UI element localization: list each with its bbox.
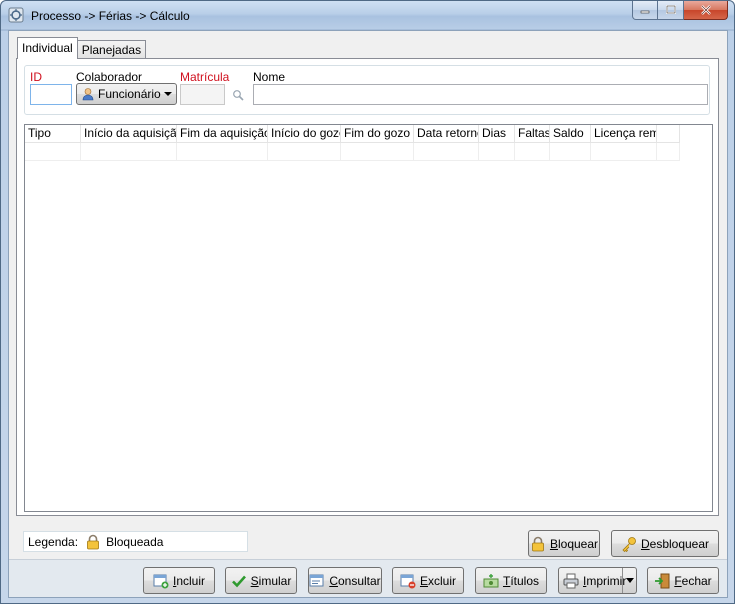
user-icon [82, 88, 94, 101]
col-inicio-aquisicao[interactable]: Início da aquisição [81, 125, 177, 143]
titulos-label: Títulos [502, 573, 540, 588]
add-record-icon [153, 574, 169, 588]
title-bar[interactable]: Processo -> Férias -> Cálculo [1, 1, 734, 29]
lock-icon [87, 534, 99, 549]
grid-cell[interactable] [25, 143, 81, 161]
grid-cell[interactable] [515, 143, 550, 161]
desbloquear-label: Desbloquear [640, 536, 710, 551]
titulos-button[interactable]: Títulos [475, 567, 547, 594]
incluir-button[interactable]: Incluir [143, 567, 215, 594]
minimize-button[interactable] [632, 1, 658, 20]
minimize-icon [640, 10, 650, 14]
grid-cell[interactable] [341, 143, 414, 161]
matricula-input[interactable] [180, 84, 225, 105]
col-inicio-gozo[interactable]: Início do gozo [268, 125, 341, 143]
maximize-button[interactable] [658, 1, 684, 20]
nome-label: Nome [253, 70, 286, 84]
app-window: Processo -> Férias -> Cálculo Individual… [0, 0, 735, 604]
col-licenca-rem[interactable]: Licença rem. [591, 125, 657, 143]
col-saldo[interactable]: Saldo [550, 125, 591, 143]
excluir-button[interactable]: Excluir [392, 567, 464, 594]
grid-cell[interactable] [657, 143, 680, 161]
search-icon[interactable] [232, 89, 244, 101]
excluir-label: Excluir [419, 573, 457, 588]
consultar-button[interactable]: Consultar [308, 567, 382, 594]
money-icon [483, 573, 499, 587]
consultar-label: Consultar [329, 573, 381, 588]
desbloquear-button[interactable]: Desbloquear [611, 530, 719, 557]
legend-item: Bloqueada [106, 534, 164, 549]
col-data-retorno[interactable]: Data retorno [414, 125, 479, 143]
grid-cell[interactable] [414, 143, 479, 161]
colaborador-label: Colaborador [76, 70, 143, 84]
maximize-icon [665, 5, 676, 14]
bloquear-button[interactable]: Bloquear [528, 530, 600, 557]
tab-panel-individual: ID Colaborador Funcionário Matrícula Nom… [16, 58, 719, 516]
grid-cell[interactable] [177, 143, 268, 161]
printer-icon [563, 573, 579, 588]
col-faltas[interactable]: Faltas [515, 125, 550, 143]
tab-strip: Individual Planejadas [17, 37, 147, 59]
grid-cell[interactable] [591, 143, 657, 161]
tab-individual[interactable]: Individual [17, 37, 78, 59]
incluir-label: Incluir [172, 573, 206, 588]
key-icon [622, 536, 636, 552]
grid-cell[interactable] [550, 143, 591, 161]
matricula-label: Matrícula [180, 70, 230, 84]
nome-input[interactable] [253, 84, 708, 105]
imprimir-label: Imprimir [583, 573, 627, 588]
colaborador-value: Funcionário [98, 87, 161, 101]
close-button[interactable] [684, 1, 728, 20]
imprimir-dropdown[interactable] [622, 568, 636, 593]
col-tipo[interactable]: Tipo [25, 125, 81, 143]
imprimir-button[interactable]: Imprimir [558, 567, 637, 594]
col-extra[interactable] [657, 125, 680, 143]
grid-header: Tipo Início da aquisição Fim da aquisiçã… [25, 125, 680, 143]
col-dias[interactable]: Dias [479, 125, 515, 143]
ferias-grid[interactable]: Tipo Início da aquisição Fim da aquisiçã… [24, 124, 713, 512]
tab-planejadas[interactable]: Planejadas [76, 40, 147, 59]
colaborador-select[interactable]: Funcionário [76, 83, 177, 105]
fechar-button[interactable]: Fechar [647, 567, 719, 594]
chevron-down-icon [625, 578, 634, 583]
filter-group: ID Colaborador Funcionário Matrícula Nom… [24, 65, 710, 115]
legend-box: Legenda: Bloqueada [23, 531, 248, 552]
simular-button[interactable]: Simular [225, 567, 297, 594]
exit-door-icon [655, 573, 670, 588]
table-row[interactable] [25, 143, 680, 161]
col-fim-gozo[interactable]: Fim do gozo [341, 125, 414, 143]
id-input[interactable] [30, 84, 72, 105]
app-icon [8, 7, 24, 23]
checkmark-icon [231, 575, 246, 587]
window-title: Processo -> Férias -> Cálculo [31, 9, 190, 23]
legend-prefix: Legenda: [28, 534, 79, 549]
chevron-down-icon [164, 92, 172, 96]
lock-icon [532, 536, 544, 551]
delete-record-icon [400, 574, 416, 588]
id-label: ID [30, 70, 42, 84]
fechar-label: Fechar [674, 573, 712, 588]
grid-cell[interactable] [268, 143, 341, 161]
col-fim-aquisicao[interactable]: Fim da aquisição [177, 125, 268, 143]
close-icon [700, 5, 711, 15]
grid-cell[interactable] [479, 143, 515, 161]
grid-cell[interactable] [81, 143, 177, 161]
client-area: Individual Planejadas ID Colaborador Fun… [8, 30, 728, 598]
view-record-icon [309, 574, 324, 586]
bloquear-label: Bloquear [549, 536, 599, 551]
simular-label: Simular [250, 573, 292, 588]
